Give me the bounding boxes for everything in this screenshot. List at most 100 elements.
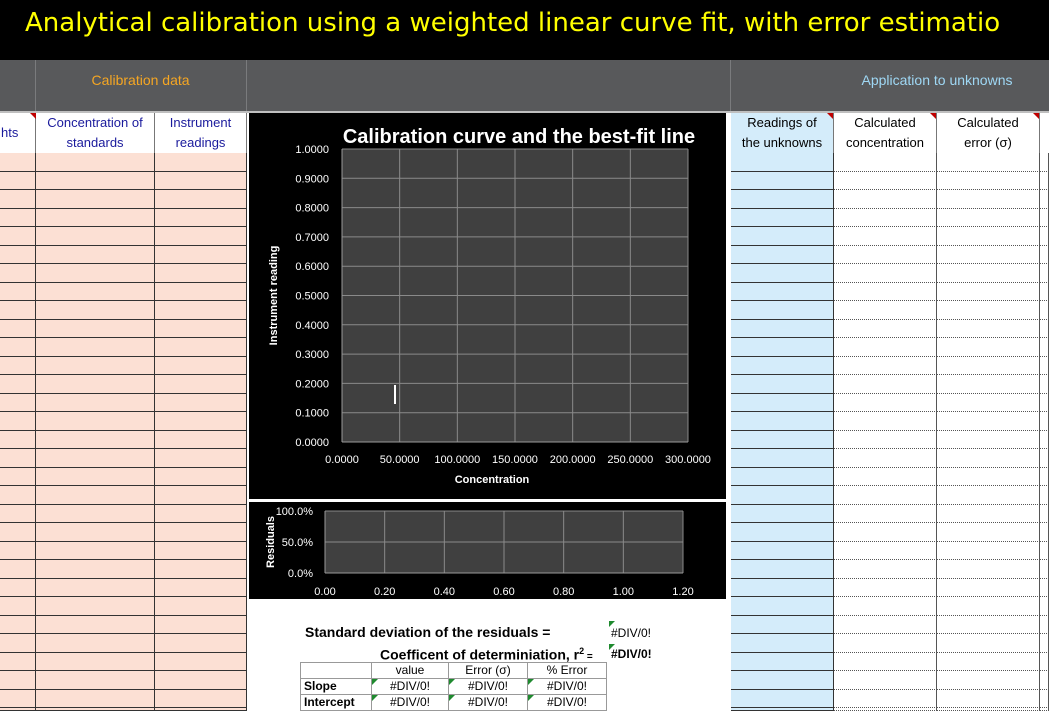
- instrument-reading-cell[interactable]: [155, 505, 247, 523]
- concentration-cell[interactable]: [36, 190, 155, 209]
- unknown-reading-cell[interactable]: [731, 560, 834, 579]
- unknown-reading-cell[interactable]: [731, 264, 834, 283]
- calculated-error-cell[interactable]: [937, 523, 1040, 542]
- partial-cell[interactable]: [1040, 579, 1049, 597]
- sd-residuals-value[interactable]: #DIV/0!: [611, 626, 651, 640]
- concentration-cell[interactable]: [36, 283, 155, 301]
- calculated-error-cell[interactable]: [937, 246, 1040, 264]
- weights-cell[interactable]: [0, 172, 36, 190]
- calculated-error-cell[interactable]: [937, 560, 1040, 579]
- unknown-reading-cell[interactable]: [731, 505, 834, 523]
- column-header-partial[interactable]: [1040, 113, 1049, 153]
- concentration-cell[interactable]: [36, 153, 155, 172]
- concentration-cell[interactable]: [36, 449, 155, 468]
- column-header-instrument[interactable]: Instrument readings: [155, 113, 247, 153]
- instrument-reading-cell[interactable]: [155, 320, 247, 338]
- weights-cell[interactable]: [0, 394, 36, 412]
- calculated-error-cell[interactable]: [937, 412, 1040, 431]
- column-header-calculated-error[interactable]: Calculated error (σ): [937, 113, 1040, 153]
- calculated-concentration-cell[interactable]: [834, 153, 937, 172]
- concentration-cell[interactable]: [36, 616, 155, 634]
- calculated-error-cell[interactable]: [937, 338, 1040, 357]
- unknown-reading-cell[interactable]: [731, 412, 834, 431]
- concentration-cell[interactable]: [36, 486, 155, 505]
- partial-cell[interactable]: [1040, 412, 1049, 431]
- calculated-error-cell[interactable]: [937, 301, 1040, 320]
- weights-cell[interactable]: [0, 153, 36, 172]
- intercept-pct-cell[interactable]: #DIV/0!: [527, 694, 607, 711]
- calculated-error-cell[interactable]: [937, 264, 1040, 283]
- calculated-error-cell[interactable]: [937, 653, 1040, 671]
- unknown-reading-cell[interactable]: [731, 542, 834, 560]
- instrument-reading-cell[interactable]: [155, 486, 247, 505]
- partial-cell[interactable]: [1040, 209, 1049, 227]
- calculated-error-cell[interactable]: [937, 579, 1040, 597]
- instrument-reading-cell[interactable]: [155, 634, 247, 653]
- weights-cell[interactable]: [0, 560, 36, 579]
- unknown-reading-cell[interactable]: [731, 320, 834, 338]
- partial-cell[interactable]: [1040, 486, 1049, 505]
- unknown-reading-cell[interactable]: [731, 172, 834, 190]
- instrument-reading-cell[interactable]: [155, 671, 247, 690]
- instrument-reading-cell[interactable]: [155, 616, 247, 634]
- partial-cell[interactable]: [1040, 468, 1049, 486]
- weights-cell[interactable]: [0, 653, 36, 671]
- calculated-error-cell[interactable]: [937, 209, 1040, 227]
- weights-cell[interactable]: [0, 431, 36, 449]
- concentration-cell[interactable]: [36, 653, 155, 671]
- instrument-reading-cell[interactable]: [155, 190, 247, 209]
- unknown-reading-cell[interactable]: [731, 227, 834, 246]
- calculated-concentration-cell[interactable]: [834, 301, 937, 320]
- calculated-concentration-cell[interactable]: [834, 190, 937, 209]
- calculated-error-cell[interactable]: [937, 616, 1040, 634]
- weights-cell[interactable]: [0, 616, 36, 634]
- column-header-calculated-concentration[interactable]: Calculated concentration: [834, 113, 937, 153]
- calculated-concentration-cell[interactable]: [834, 468, 937, 486]
- calculated-error-cell[interactable]: [937, 357, 1040, 375]
- calculated-error-cell[interactable]: [937, 283, 1040, 301]
- calculated-concentration-cell[interactable]: [834, 394, 937, 412]
- instrument-reading-cell[interactable]: [155, 153, 247, 172]
- partial-cell[interactable]: [1040, 301, 1049, 320]
- calculated-concentration-cell[interactable]: [834, 560, 937, 579]
- partial-cell[interactable]: [1040, 357, 1049, 375]
- weights-cell[interactable]: [0, 320, 36, 338]
- partial-cell[interactable]: [1040, 542, 1049, 560]
- partial-cell[interactable]: [1040, 394, 1049, 412]
- calculated-error-cell[interactable]: [937, 320, 1040, 338]
- unknown-reading-cell[interactable]: [731, 246, 834, 264]
- concentration-cell[interactable]: [36, 597, 155, 616]
- concentration-cell[interactable]: [36, 246, 155, 264]
- weights-cell[interactable]: [0, 190, 36, 209]
- instrument-reading-cell[interactable]: [155, 209, 247, 227]
- unknown-reading-cell[interactable]: [731, 338, 834, 357]
- residuals-chart[interactable]: 0.00 0.20 0.40 0.60 0.80 1.00 1.20 0.0% 50.0% 100…: [249, 502, 726, 599]
- partial-cell[interactable]: [1040, 190, 1049, 209]
- instrument-reading-cell[interactable]: [155, 357, 247, 375]
- calculated-concentration-cell[interactable]: [834, 690, 937, 708]
- unknown-reading-cell[interactable]: [731, 579, 834, 597]
- slope-pct-cell[interactable]: #DIV/0!: [527, 678, 607, 695]
- calculated-error-cell[interactable]: [937, 671, 1040, 690]
- calculated-concentration-cell[interactable]: [834, 209, 937, 227]
- instrument-reading-cell[interactable]: [155, 449, 247, 468]
- calculated-concentration-cell[interactable]: [834, 172, 937, 190]
- column-header-concentration[interactable]: Concentration of standards: [36, 113, 155, 153]
- calculated-concentration-cell[interactable]: [834, 486, 937, 505]
- concentration-cell[interactable]: [36, 431, 155, 449]
- calculated-concentration-cell[interactable]: [834, 283, 937, 301]
- concentration-cell[interactable]: [36, 468, 155, 486]
- weights-cell[interactable]: [0, 523, 36, 542]
- concentration-cell[interactable]: [36, 505, 155, 523]
- concentration-cell[interactable]: [36, 523, 155, 542]
- concentration-cell[interactable]: [36, 394, 155, 412]
- calculated-error-cell[interactable]: [937, 172, 1040, 190]
- unknown-reading-cell[interactable]: [731, 357, 834, 375]
- calculated-error-cell[interactable]: [937, 597, 1040, 616]
- unknown-reading-cell[interactable]: [731, 671, 834, 690]
- calculated-error-cell[interactable]: [937, 394, 1040, 412]
- partial-cell[interactable]: [1040, 597, 1049, 616]
- calculated-concentration-cell[interactable]: [834, 542, 937, 560]
- instrument-reading-cell[interactable]: [155, 542, 247, 560]
- partial-cell[interactable]: [1040, 431, 1049, 449]
